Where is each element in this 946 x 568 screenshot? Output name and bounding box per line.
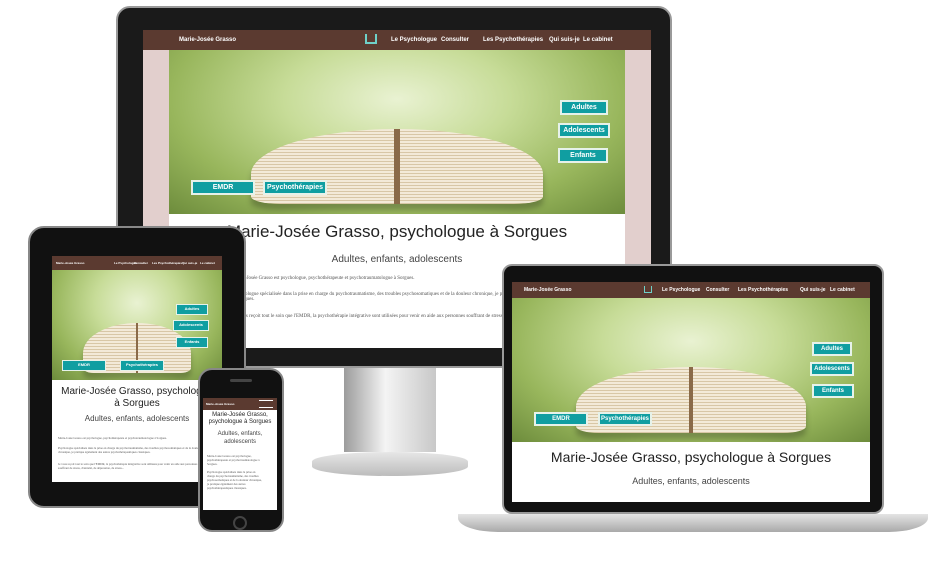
tablet-intro-paragraph: Marie-Josée Grasso est psychologue, psyc… [58, 436, 167, 440]
laptop-nav-qui-suis-je[interactable]: Qui suis-je [800, 287, 826, 293]
phone-intro-paragraph: Marie-Josée Grasso est psychologue, psyc… [207, 454, 260, 466]
laptop-home-icon[interactable] [644, 286, 652, 293]
tablet-btn-adolescents[interactable]: Adolescents [173, 320, 209, 331]
btn-enfants[interactable]: Enfants [558, 148, 608, 163]
laptop-screen: Marie-Josée Grasso Le Psychologue Consul… [512, 282, 870, 502]
nav-psychotherapies[interactable]: Les Psychothérapies [483, 37, 543, 43]
home-icon[interactable] [365, 34, 377, 44]
laptop-nav-psychologue[interactable]: Le Psychologue [662, 287, 700, 293]
nav-consulter[interactable]: Consulter [441, 37, 469, 43]
nav-qui-suis-je[interactable]: Qui suis-je [549, 37, 580, 43]
laptop-brand[interactable]: Marie-Josée Grasso [524, 287, 572, 293]
monitor-stand [344, 368, 436, 452]
phone-sub-line2: adolescents [223, 439, 257, 445]
tablet-btn-adultes[interactable]: Adultes [176, 304, 208, 315]
laptop-btn-emdr[interactable]: EMDR [534, 412, 588, 426]
laptop-page-subtitle: Adultes, enfants, adolescents [632, 476, 750, 486]
tablet-brand[interactable]: Marie-Josée Grasso [56, 261, 85, 265]
tablet-navbar: Marie-Josée Grasso Le Psychologue Consul… [52, 256, 222, 270]
phone-title-line2: psychologue à Sorgues [208, 419, 272, 425]
tablet-btn-emdr[interactable]: EMDR [62, 360, 106, 371]
phone-specialty-paragraph: Psychologue spécialisée dans la prise en… [207, 470, 262, 490]
tablet-nav-cabinet[interactable]: Le cabinet [200, 261, 215, 265]
laptop-base [458, 514, 928, 532]
laptop-navbar: Marie-Josée Grasso Le Psychologue Consul… [512, 282, 870, 298]
btn-adolescents[interactable]: Adolescents [558, 123, 610, 138]
tablet-nav-psychotherapies[interactable]: Les Psychothérapies [152, 261, 182, 265]
laptop-btn-adolescents[interactable]: Adolescents [810, 362, 854, 376]
laptop-btn-adultes[interactable]: Adultes [812, 342, 852, 356]
tablet-specialty-paragraph: Psychologue spécialisée dans la prise en… [58, 446, 201, 454]
tablet-approach-paragraph: Je vous reçoit tout le soin que l'EMDR, … [58, 462, 198, 470]
tablet-btn-psychotherapies[interactable]: Psychothérapies [120, 360, 164, 371]
brand-logo[interactable]: Marie-Josée Grasso [179, 37, 236, 43]
phone-navbar: Marie-Josée Grasso [203, 398, 277, 410]
laptop-btn-enfants[interactable]: Enfants [812, 384, 854, 398]
tablet-nav-qui-suis-je[interactable]: Qui suis-je [182, 261, 197, 265]
laptop-nav-cabinet[interactable]: Le cabinet [830, 287, 855, 293]
btn-emdr[interactable]: EMDR [191, 180, 255, 195]
tablet-screen: Marie-Josée Grasso Le Psychologue Consul… [52, 256, 222, 482]
monitor-base [312, 452, 468, 476]
phone-home-button [233, 516, 247, 530]
btn-psychotherapies[interactable]: Psychothérapies [263, 180, 327, 195]
phone-sub-line1: Adultes, enfants, [217, 431, 263, 437]
tablet-btn-enfants[interactable]: Enfants [176, 337, 208, 348]
btn-adultes[interactable]: Adultes [560, 100, 608, 115]
desktop-navbar: Marie-Josée Grasso Le Psychologue Consul… [143, 30, 651, 50]
tablet-subtitle: Adultes, enfants, adolescents [84, 414, 190, 423]
tablet-title-line2: à Sorgues [114, 398, 160, 409]
phone-brand[interactable]: Marie-Josée Grasso [206, 402, 235, 406]
phone-speaker [230, 379, 252, 382]
phone-screen: Marie-Josée Grasso Marie-Josée Grasso, p… [203, 398, 277, 510]
phone-title-line1: Marie-Josée Grasso, [212, 412, 268, 418]
nav-le-psychologue[interactable]: Le Psychologue [391, 37, 437, 43]
nav-le-cabinet[interactable]: Le cabinet [583, 37, 613, 43]
laptop-nav-consulter[interactable]: Consulter [706, 287, 729, 293]
hamburger-menu-icon[interactable] [259, 400, 273, 408]
tablet-title-line1: Marie-Josée Grasso, psychologue [61, 386, 213, 397]
laptop-page-title: Marie-Josée Grasso, psychologue à Sorgue… [550, 449, 832, 465]
laptop-nav-psychotherapies[interactable]: Les Psychothérapies [738, 287, 788, 293]
tablet-nav-consulter[interactable]: Consulter [134, 261, 148, 265]
laptop-btn-psychotherapies[interactable]: Psychothérapies [598, 412, 652, 426]
